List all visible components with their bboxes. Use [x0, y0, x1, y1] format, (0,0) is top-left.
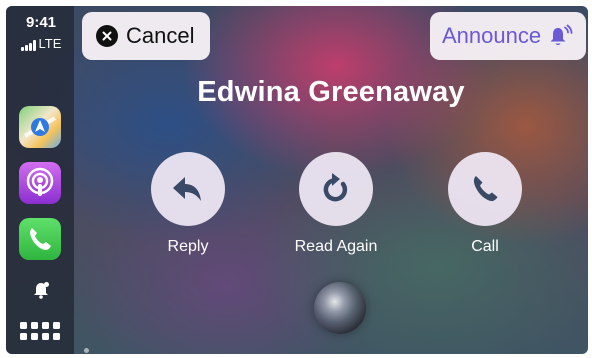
phone-icon	[30, 228, 51, 250]
phone-handset-icon	[473, 176, 498, 202]
reply-circle[interactable]	[151, 152, 225, 226]
status-time: 9:41	[25, 14, 57, 31]
cancel-label: Cancel	[126, 23, 195, 48]
siri-orb-icon[interactable]	[314, 282, 366, 334]
maps-app-icon[interactable]	[19, 106, 61, 148]
podcasts-icon	[26, 167, 54, 196]
call-circle[interactable]	[448, 152, 522, 226]
read-again-label: Read Again	[294, 238, 378, 255]
notification-bell-icon[interactable]	[31, 280, 51, 300]
carplay-screen: 9:41 LTE Cancel Announce Edwina Greenawa…	[6, 6, 588, 354]
announce-button[interactable]: Announce	[430, 12, 586, 60]
cancel-button[interactable]: Cancel	[82, 12, 210, 60]
signal-bars-icon	[20, 40, 36, 51]
call-button[interactable]: Call	[430, 152, 540, 256]
read-again-circle[interactable]	[299, 152, 373, 226]
page-indicator-dot	[84, 348, 89, 353]
call-label: Call	[471, 238, 499, 255]
podcasts-app-icon[interactable]	[19, 162, 61, 204]
reply-label: Reply	[167, 238, 209, 255]
reply-arrow-icon	[173, 177, 201, 201]
replay-icon	[323, 173, 348, 202]
sidebar: 9:41 LTE	[6, 6, 74, 354]
reply-button[interactable]: Reply	[133, 152, 243, 256]
network-label: LTE	[38, 36, 62, 51]
status-network: LTE	[14, 36, 68, 51]
read-again-button[interactable]: Read Again	[281, 152, 391, 256]
app-grid-icon[interactable]	[20, 318, 60, 344]
announce-bell-icon	[550, 24, 573, 45]
phone-app-icon[interactable]	[19, 218, 61, 260]
close-icon	[96, 25, 118, 47]
maps-icon	[23, 116, 57, 138]
sender-name: Edwina Greenaway	[197, 76, 465, 108]
announce-label: Announce	[442, 23, 542, 48]
